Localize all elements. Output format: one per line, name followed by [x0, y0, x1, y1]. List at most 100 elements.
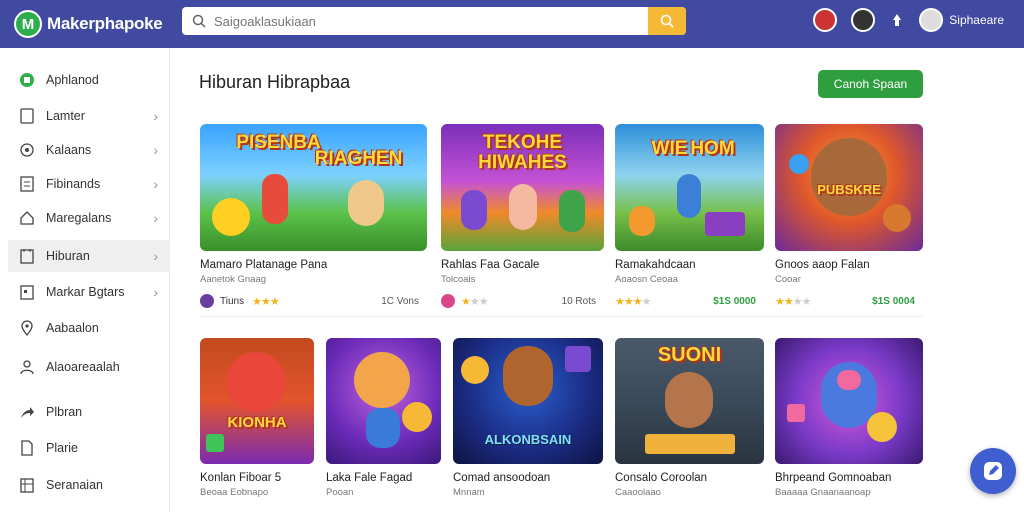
- game-thumbnail[interactable]: ALKONBSAIN: [453, 338, 603, 464]
- sidebar-item-plbran[interactable]: Plbran: [8, 396, 170, 428]
- card-title: Ramakahdcaan: [615, 259, 696, 271]
- coin-shape: [867, 412, 897, 442]
- file-icon: [18, 439, 36, 457]
- card-subtitle: Baaaaa Gnaanaanoap: [775, 487, 871, 498]
- card-subtitle: Cooar: [775, 274, 801, 285]
- pin-icon: [18, 319, 36, 337]
- sidebar-item-lamter[interactable]: Lamter ›: [8, 100, 170, 132]
- chevron-right-icon: ›: [153, 108, 158, 124]
- card-title: Laka Fale Fagad: [326, 472, 413, 484]
- gem-shape: [789, 154, 809, 174]
- logo-mark-icon: M: [14, 10, 42, 38]
- primary-action-button[interactable]: Canoh Spaan: [818, 70, 923, 98]
- thumbnail-text: RIAGHEN: [314, 148, 403, 169]
- avatar: [919, 8, 944, 32]
- search-button[interactable]: [648, 7, 686, 35]
- person-icon: [18, 358, 36, 376]
- sidebar-item-aabaalon[interactable]: Aabaalon: [8, 312, 170, 344]
- game-card[interactable]: TEKOHE HIWAHES Rahlas Faa Gacale Tolcoai…: [441, 124, 604, 309]
- card-subtitle: Tolcoais: [441, 274, 476, 285]
- card-subtitle: Beoaa Eobnapo: [200, 487, 269, 498]
- game-card[interactable]: Laka Fale Fagad Pooan: [326, 338, 441, 498]
- sidebar-item-label: Hiburan: [46, 249, 90, 263]
- grid-icon: [18, 476, 36, 494]
- sidebar-item-label: Aphlanod: [46, 73, 99, 87]
- user-name: Siphaeare: [949, 13, 1004, 27]
- character-shape: [837, 370, 861, 390]
- coin-shape: [461, 356, 489, 384]
- character-shape: [366, 408, 400, 448]
- chat-fab-button[interactable]: [970, 448, 1016, 494]
- thumbnail-text: PUBSKRE: [817, 182, 881, 197]
- game-card[interactable]: PUBSKRE Gnoos aaop Falan Cooar ★★★★ $1S …: [775, 124, 923, 309]
- game-card[interactable]: SUONI Consalo Coroolan Caaoolaao: [615, 338, 764, 498]
- game-thumbnail[interactable]: SUONI: [615, 338, 764, 464]
- sidebar-item-maregalans[interactable]: Maregalans ›: [8, 202, 170, 234]
- avatar-icon[interactable]: [851, 8, 876, 32]
- logo[interactable]: M Makerphapoke: [14, 10, 174, 38]
- thumbnail-text: KIONHA: [227, 414, 287, 431]
- logo-text: Makerphapoke: [47, 14, 163, 33]
- header-actions: Siphaeare: [813, 8, 1004, 32]
- sidebar-item-alaoareaalah[interactable]: Alaoareaalah: [8, 351, 170, 383]
- game-thumbnail[interactable]: PISENBA RIAGHEN: [200, 124, 427, 251]
- avatar-icon[interactable]: [813, 8, 838, 32]
- calendar-icon: [18, 283, 36, 301]
- card-subtitle: Caaoolaao: [615, 487, 661, 498]
- sidebar-item-fibinands[interactable]: Fibinands ›: [8, 168, 170, 200]
- character-shape: [629, 206, 655, 236]
- game-icon: [18, 247, 36, 265]
- coin-shape: [402, 402, 432, 432]
- house-icon: [18, 209, 36, 227]
- chevron-right-icon: ›: [153, 210, 158, 226]
- game-card[interactable]: PISENBA RIAGHEN Mamaro Platanage Pana Aa…: [200, 124, 427, 309]
- chevron-right-icon: ›: [153, 142, 158, 158]
- rating-stars: ★★★: [461, 295, 489, 308]
- card-price: $1S 0004: [872, 295, 915, 307]
- sidebar-item-seranaian[interactable]: Seranaian: [8, 469, 170, 501]
- sidebar-item-kalaans[interactable]: Kalaans ›: [8, 134, 170, 166]
- card-title: Rahlas Faa Gacale: [441, 259, 540, 271]
- game-card[interactable]: ALKONBSAIN Comad ansoodoan Mnnam: [453, 338, 603, 498]
- sidebar-item-markar-bgtars[interactable]: Markar Bgtars ›: [8, 276, 170, 308]
- sidebar-item-hiburan[interactable]: Hiburan ›: [8, 240, 170, 272]
- game-card[interactable]: Bhrpeand Gomnoaban Baaaaa Gnaanaanoap: [775, 338, 923, 498]
- document-icon: [18, 107, 36, 125]
- rating-stars: ★★★: [252, 295, 280, 308]
- user-menu[interactable]: Siphaeare: [919, 8, 1004, 32]
- game-thumbnail[interactable]: PUBSKRE: [775, 124, 923, 251]
- avatar-icon: [200, 294, 214, 308]
- card-price: $1S 0000: [713, 295, 756, 307]
- thumbnail-text: HOM: [690, 138, 735, 159]
- game-thumbnail[interactable]: [775, 338, 923, 464]
- sidebar-item-label: Kalaans: [46, 143, 92, 157]
- character-shape: [262, 174, 288, 224]
- character-shape: [354, 352, 410, 408]
- card-subtitle: Aanetok Gnaag: [200, 274, 267, 285]
- game-card[interactable]: WIE HOM Ramakahdcaan Aoaosn Ceoaa ★★★★ $…: [615, 124, 764, 309]
- character-shape: [348, 180, 384, 226]
- game-thumbnail[interactable]: KIONHA: [200, 338, 314, 464]
- card-title: Gnoos aaop Falan: [775, 259, 870, 271]
- sidebar-item-home[interactable]: Aphlanod: [8, 64, 170, 96]
- game-card[interactable]: KIONHA Konlan Fiboar 5 Beoaa Eobnapo: [200, 338, 314, 498]
- card-meta: ★★★★ $1S 0000: [615, 293, 764, 309]
- notification-icon[interactable]: [889, 12, 905, 28]
- game-thumbnail[interactable]: [326, 338, 441, 464]
- card-meta: ★★★★ $1S 0004: [775, 293, 923, 309]
- card-meta-value: 1C Vons: [381, 295, 419, 307]
- character-shape: [811, 138, 887, 216]
- chevron-right-icon: ›: [153, 284, 158, 300]
- list-icon: [18, 175, 36, 193]
- sidebar-item-plarie[interactable]: Plarie: [8, 432, 170, 464]
- card-subtitle: Aoaosn Ceoaa: [615, 274, 678, 285]
- chevron-right-icon: ›: [153, 248, 158, 264]
- top-bar: M Makerphapoke Siphaeare: [0, 0, 1024, 48]
- game-thumbnail[interactable]: WIE HOM: [615, 124, 764, 251]
- search-input[interactable]: [214, 13, 634, 29]
- card-subtitle: Mnnam: [453, 487, 485, 498]
- sidebar-item-label: Plbran: [46, 405, 83, 419]
- main-content: Hiburan Hibrapbaa Canoh Spaan PISENBA RI…: [171, 48, 1024, 512]
- game-thumbnail[interactable]: TEKOHE HIWAHES: [441, 124, 604, 251]
- sidebar-item-label: Aabaalon: [46, 321, 99, 335]
